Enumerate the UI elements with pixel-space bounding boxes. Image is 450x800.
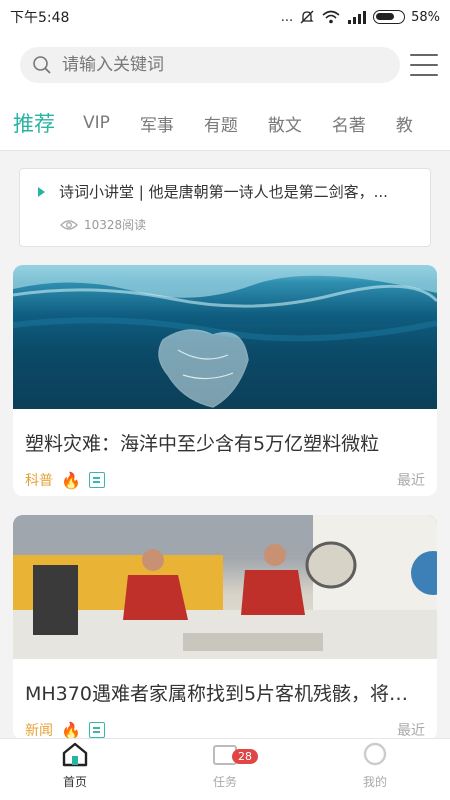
category-tag: 新闻 bbox=[25, 723, 53, 738]
mute-icon bbox=[300, 10, 314, 24]
article-time: 最近 bbox=[397, 473, 425, 489]
article-title: MH370遇难者家属称找到5片客机残骸，将移... bbox=[25, 683, 427, 705]
tab-prose[interactable]: 散文 bbox=[253, 111, 317, 136]
play-triangle-icon bbox=[38, 186, 45, 197]
nav-home-label: 首页 bbox=[62, 775, 87, 789]
nav-profile[interactable]: 我的 bbox=[300, 739, 450, 800]
wifi-icon bbox=[322, 10, 340, 24]
tab-vip[interactable]: VIP bbox=[68, 113, 125, 133]
nav-task-label: 任务 bbox=[212, 775, 237, 789]
tab-education[interactable]: 教 bbox=[381, 111, 428, 136]
pinned-article[interactable]: 诗词小讲堂 | 他是唐朝第一诗人也是第二剑客，... 10328阅读 bbox=[19, 168, 431, 247]
search-input[interactable] bbox=[62, 55, 382, 75]
article-time: 最近 bbox=[397, 723, 425, 738]
fire-icon: 🔥 bbox=[61, 470, 81, 490]
eye-icon bbox=[60, 219, 78, 230]
profile-icon bbox=[363, 742, 387, 766]
article-image-workers bbox=[13, 515, 437, 659]
edit-icon[interactable] bbox=[88, 472, 105, 488]
article-meta: 新闻 🔥 最近 bbox=[13, 706, 437, 738]
nav-profile-label: 我的 bbox=[362, 775, 387, 789]
tab-military[interactable]: 军事 bbox=[125, 111, 189, 136]
fire-icon: 🔥 bbox=[61, 720, 81, 739]
tab-classics[interactable]: 名著 bbox=[317, 111, 381, 136]
category-tabs: 推荐 VIP 军事 有题 散文 名著 教 bbox=[0, 96, 450, 151]
battery-percent: 58% bbox=[411, 9, 440, 25]
nav-home[interactable]: 首页 bbox=[0, 739, 150, 800]
status-time: 下午5:48 bbox=[10, 10, 70, 26]
article-card[interactable]: MH370遇难者家属称找到5片客机残骸，将移... 新闻 🔥 最近 bbox=[13, 515, 437, 738]
task-badge: 28 bbox=[232, 745, 258, 764]
task-badge-count: 28 bbox=[232, 749, 258, 764]
article-card[interactable]: 塑料灾难：海洋中至少含有5万亿塑料微粒 科普 🔥 最近 bbox=[13, 265, 437, 496]
search-box[interactable] bbox=[20, 47, 400, 83]
bottom-nav: 首页 任务 我的 28 bbox=[0, 738, 450, 800]
search-icon bbox=[33, 56, 51, 74]
menu-icon[interactable] bbox=[410, 54, 438, 76]
cell-signal-icon bbox=[348, 11, 367, 24]
tab-recommend[interactable]: 推荐 bbox=[0, 108, 68, 138]
home-icon bbox=[62, 742, 88, 767]
category-tag: 科普 bbox=[25, 473, 53, 489]
status-bar: 下午5:48 ... 58% bbox=[0, 0, 450, 34]
status-icons: ... 58% bbox=[281, 9, 440, 25]
edit-icon[interactable] bbox=[88, 722, 105, 738]
nav-task[interactable]: 任务 bbox=[150, 739, 300, 800]
more-dots-icon: ... bbox=[280, 9, 294, 25]
feed[interactable]: 诗词小讲堂 | 他是唐朝第一诗人也是第二剑客，... 10328阅读 塑料灾难：… bbox=[0, 151, 450, 738]
read-count: 10328阅读 bbox=[84, 218, 147, 232]
article-image-ocean bbox=[13, 265, 437, 409]
pinned-title: 诗词小讲堂 | 他是唐朝第一诗人也是第二剑客，... bbox=[59, 183, 388, 201]
battery-icon bbox=[373, 10, 406, 24]
pinned-meta: 10328阅读 bbox=[60, 216, 430, 233]
article-title: 塑料灾难：海洋中至少含有5万亿塑料微粒 bbox=[25, 433, 380, 455]
article-meta: 科普 🔥 最近 bbox=[13, 456, 437, 490]
pinned-title-row: 诗词小讲堂 | 他是唐朝第一诗人也是第二剑客，... bbox=[38, 181, 430, 202]
tab-topics[interactable]: 有题 bbox=[189, 111, 253, 136]
search-row bbox=[0, 34, 450, 96]
